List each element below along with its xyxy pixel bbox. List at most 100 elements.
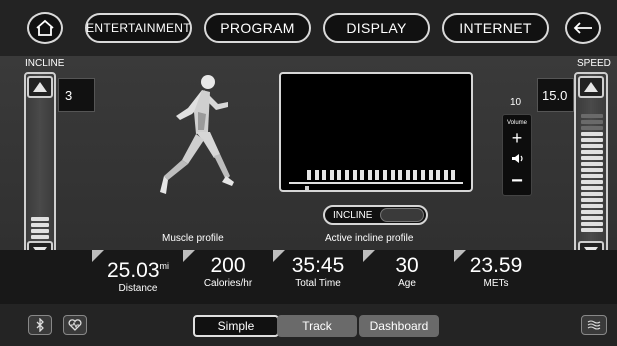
incline-level-bar <box>31 223 49 227</box>
incline-profile-segment <box>413 170 418 180</box>
speed-level-bar <box>581 168 603 172</box>
total-time-label: Total Time <box>295 278 341 289</box>
incline-value: 3 <box>58 78 95 112</box>
entertainment-button[interactable]: ENTERTAINMENT <box>85 13 192 43</box>
speed-value: 15.0 <box>537 78 574 112</box>
speed-level-bar <box>581 132 603 136</box>
incline-profile-segment <box>405 170 410 180</box>
speaker-icon <box>512 154 523 163</box>
age-value: 30 <box>395 254 419 277</box>
speed-up-button[interactable] <box>578 76 604 98</box>
stat-total-time: 35:45 Total Time <box>280 254 356 290</box>
incline-profile-segment <box>375 170 380 180</box>
speed-level-bar <box>581 180 603 184</box>
display-button[interactable]: DISPLAY <box>323 13 430 43</box>
mets-value: 23.59 <box>469 254 523 277</box>
incline-profile-segment <box>383 170 387 180</box>
bluetooth-icon <box>36 318 44 332</box>
incline-toggle-label: INCLINE <box>333 209 373 221</box>
tab-simple[interactable]: Simple <box>193 315 279 337</box>
volume-label: Volume <box>506 120 527 126</box>
runner-figure <box>160 75 234 194</box>
bottom-bar: Simple Track Dashboard <box>0 304 617 346</box>
fan-icon <box>587 320 601 330</box>
speed-level-bar <box>581 222 603 226</box>
incline-profile-chart <box>279 72 473 192</box>
speed-level-bar <box>581 228 603 232</box>
incline-profile-segment <box>436 170 441 180</box>
incline-level-bar <box>31 229 49 233</box>
calories-label: Calories/hr <box>203 278 253 289</box>
incline-profile-toggle[interactable]: INCLINE <box>323 205 428 225</box>
stat-calories: 200 Calories/hr <box>190 254 266 290</box>
incline-level-bar <box>31 235 49 239</box>
muscle-profile-caption: Muscle profile <box>162 233 224 244</box>
volume-down-button[interactable]: − <box>503 171 531 191</box>
heart-rate-icon <box>68 319 82 331</box>
profile-baseline <box>289 182 463 184</box>
bluetooth-button[interactable] <box>28 315 52 335</box>
incline-profile-segment <box>390 170 395 180</box>
incline-profile-segment <box>337 170 342 180</box>
speed-level-bar <box>581 114 603 118</box>
internet-button[interactable]: INTERNET <box>442 13 549 43</box>
incline-level-bar <box>31 217 49 221</box>
incline-profile-segment <box>421 170 425 180</box>
top-nav-bar: ENTERTAINMENT PROGRAM DISPLAY INTERNET <box>0 0 617 56</box>
home-icon <box>36 19 54 36</box>
incline-profile-segment <box>367 170 372 180</box>
speed-label: SPEED <box>577 58 611 69</box>
stats-bar: 25.03mi Distance 200 Calories/hr 35:45 T… <box>0 250 617 304</box>
speed-level-bar <box>581 162 603 166</box>
volume-value: 10 <box>510 97 522 108</box>
speed-level-bar <box>581 174 603 178</box>
stat-age: 30 Age <box>369 254 445 290</box>
incline-label: INCLINE <box>25 58 65 69</box>
incline-profile-segment <box>352 170 357 180</box>
incline-up-button[interactable] <box>27 76 53 98</box>
total-time-value: 35:45 <box>291 254 345 277</box>
speed-level-bar <box>581 198 603 202</box>
stat-distance: 25.03mi Distance <box>100 254 176 295</box>
speed-level-bar <box>581 126 603 130</box>
tab-track[interactable]: Track <box>277 315 357 337</box>
incline-profile-segment <box>360 170 365 180</box>
incline-profile-segment <box>345 170 349 180</box>
back-button[interactable] <box>565 12 601 44</box>
incline-profile-segment <box>314 170 319 180</box>
speed-level-bar <box>581 150 603 154</box>
volume-up-button[interactable]: + <box>503 129 531 147</box>
speed-level-bar <box>581 144 603 148</box>
mets-label: METs <box>483 278 509 289</box>
back-arrow-icon <box>573 22 592 34</box>
heart-rate-button[interactable] <box>63 315 87 335</box>
profile-position-marker <box>305 186 309 190</box>
incline-profile-caption: Active incline profile <box>325 233 414 244</box>
incline-profile-segment <box>329 170 334 180</box>
speed-level-bar <box>581 192 603 196</box>
speed-level-bar <box>581 156 603 160</box>
incline-profile-segment <box>307 170 311 180</box>
tab-dashboard[interactable]: Dashboard <box>359 315 439 337</box>
speed-level-bar <box>581 138 603 142</box>
speed-level-bar <box>581 120 603 124</box>
distance-unit: mi <box>159 261 170 271</box>
stat-mets: 23.59 METs <box>458 254 534 290</box>
fan-button[interactable] <box>581 315 607 335</box>
home-button[interactable] <box>27 12 63 44</box>
program-button[interactable]: PROGRAM <box>204 13 311 43</box>
incline-profile-segment <box>322 170 327 180</box>
speed-level-bar <box>581 204 603 208</box>
toggle-knob <box>380 208 424 222</box>
speed-level-bar <box>581 186 603 190</box>
speed-level-bar <box>581 210 603 214</box>
age-label: Age <box>398 278 416 289</box>
distance-label: Distance <box>118 283 158 294</box>
incline-up-icon <box>33 82 47 92</box>
calories-value: 200 <box>210 254 246 277</box>
incline-profile-segment <box>398 170 403 180</box>
speed-level-bar <box>581 216 603 220</box>
incline-profile-segment <box>443 170 448 180</box>
incline-profile-segment <box>428 170 433 180</box>
volume-control: Volume + − <box>502 114 532 196</box>
